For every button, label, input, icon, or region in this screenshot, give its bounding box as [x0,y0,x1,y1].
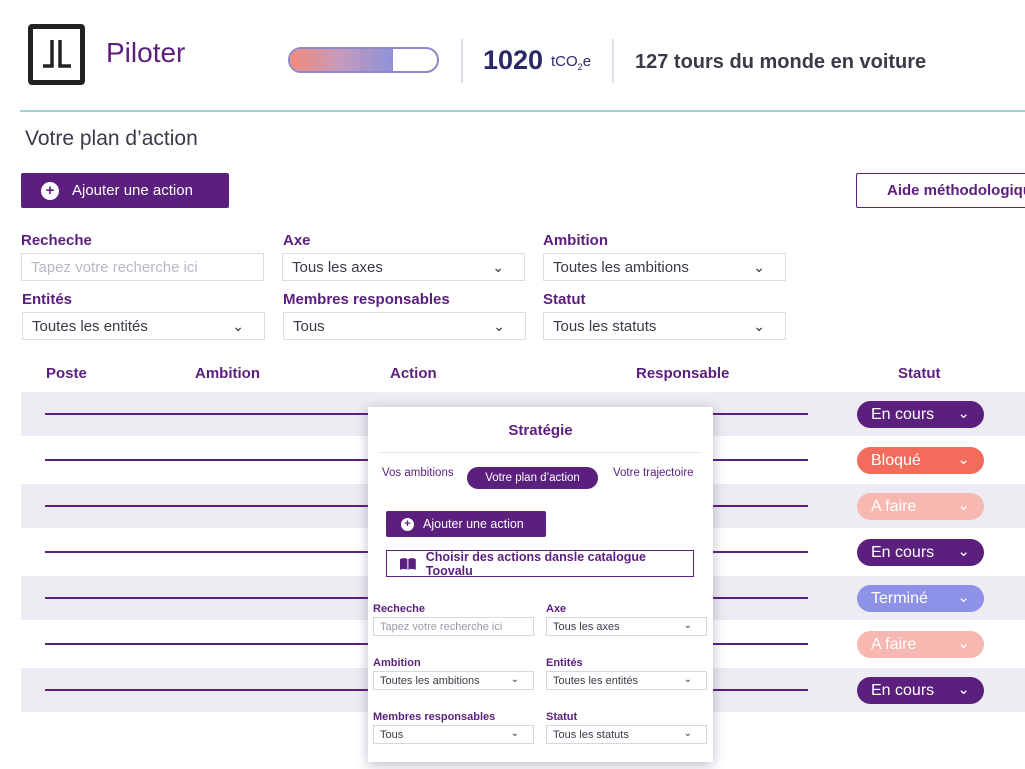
page-title: Votre plan d’action [25,127,198,150]
emissions-equivalent: 127 tours du monde en voiture [635,51,927,73]
panel-ambition-label: Ambition [373,657,421,669]
panel-entities-value: Toutes les entités [553,674,638,687]
status-pill-label: A faire [871,497,917,515]
header-divider [612,39,614,83]
logo-glyph [43,40,71,68]
status-pill-label: En cours [871,681,935,699]
column-header-statut: Statut [898,365,941,382]
tab-trajectory[interactable]: Votre trajectoire [613,467,694,479]
status-pill[interactable]: Terminé ⌄ [857,585,984,612]
panel-search-input[interactable]: Tapez votre recherche ici [373,617,534,636]
ambition-label: Ambition [543,232,608,249]
status-select-value: Tous les statuts [553,317,657,335]
chevron-down-icon: ⌄ [510,674,519,685]
status-select[interactable]: Tous les statuts ⌄ [543,312,786,340]
chevron-down-icon: ⌄ [510,728,519,739]
emissions-unit: tCO2e [551,53,592,72]
chevron-down-icon: ⌄ [492,259,504,275]
tab-ambitions[interactable]: Vos ambitions [382,467,454,479]
panel-divider [380,452,700,453]
panel-axis-select[interactable]: Tous les axes ⌄ [546,617,707,636]
status-pill[interactable]: En cours ⌄ [857,677,984,704]
members-label: Membres responsables [283,291,450,308]
chevron-down-icon: ⌄ [957,589,970,606]
chevron-down-icon: ⌄ [493,318,505,334]
axis-label: Axe [283,232,311,249]
search-label: Recheche [21,232,92,249]
status-pill-label: En cours [871,543,935,561]
plus-circle-icon: + [41,181,59,200]
panel-add-action-button[interactable]: + Ajouter une action [386,511,546,537]
status-pill-label: En cours [871,405,935,423]
open-book-icon [399,557,416,570]
status-pill-label: A faire [871,635,917,653]
chevron-down-icon: ⌄ [957,543,970,560]
catalog-button[interactable]: Choisir des actions dansle catalogue Too… [386,549,694,578]
chevron-down-icon: ⌄ [957,497,970,514]
entities-label: Entités [22,291,73,308]
axis-select[interactable]: Tous les axes ⌄ [282,253,525,281]
panel-ambition-select[interactable]: Toutes les ambitions ⌄ [373,671,534,690]
panel-axis-label: Axe [546,603,567,615]
column-header-responsable: Responsable [636,365,730,382]
app-title: Piloter [106,37,186,68]
panel-axis-value: Tous les axes [553,620,620,633]
ambition-select[interactable]: Toutes les ambitions ⌄ [543,253,786,281]
status-pill-label: Terminé [871,589,928,607]
search-input[interactable]: Tapez votre recherche ici [21,253,264,281]
status-pill[interactable]: En cours ⌄ [857,401,984,428]
entities-select[interactable]: Toutes les entités ⌄ [22,312,265,340]
emissions-value: 1020 [483,45,544,75]
status-label: Statut [543,291,586,308]
axis-select-value: Tous les axes [292,258,383,276]
status-pill[interactable]: Bloqué ⌄ [857,447,984,474]
panel-members-label: Membres responsables [373,711,496,723]
chevron-down-icon: ⌄ [957,681,970,698]
status-pill[interactable]: A faire ⌄ [857,631,984,658]
plus-circle-icon: + [401,517,414,531]
panel-entities-select[interactable]: Toutes les entités ⌄ [546,671,707,690]
status-pill[interactable]: A faire ⌄ [857,493,984,520]
strategy-panel: Stratégie Vos ambitions Votre plan d’act… [368,407,713,762]
catalog-label: Choisir des actions dansle catalogue Too… [425,549,646,578]
column-header-action: Action [390,365,437,382]
help-label: Aide méthodologique [887,182,1025,199]
add-action-label: Ajouter une action [72,182,193,199]
panel-add-action-label: Ajouter une action [423,517,524,531]
column-header-poste: Poste [46,365,87,382]
chevron-down-icon: ⌄ [683,674,692,685]
header-divider [461,39,463,83]
panel-members-value: Tous [380,728,404,741]
emissions-progress-bar [288,47,439,73]
members-select[interactable]: Tous ⌄ [283,312,526,340]
panel-status-select[interactable]: Tous les statuts ⌄ [546,725,707,744]
panel-ambition-value: Toutes les ambitions [380,674,480,687]
panel-members-select[interactable]: Tous ⌄ [373,725,534,744]
chevron-down-icon: ⌄ [232,318,244,334]
status-pill[interactable]: En cours ⌄ [857,539,984,566]
chevron-down-icon: ⌄ [753,318,765,334]
panel-search-label: Recheche [373,603,425,615]
app-logo-icon [28,24,85,85]
panel-title: Stratégie [508,422,573,439]
column-header-ambition: Ambition [195,365,260,382]
panel-entities-label: Entités [546,657,583,669]
chevron-down-icon: ⌄ [683,728,692,739]
status-pill-label: Bloqué [871,451,921,469]
entities-select-value: Toutes les entités [32,317,148,335]
add-action-button[interactable]: + Ajouter une action [21,173,229,208]
chevron-down-icon: ⌄ [753,259,765,275]
chevron-down-icon: ⌄ [683,620,692,631]
progress-fill [290,49,393,71]
panel-status-value: Tous les statuts [553,728,629,741]
tab-action-plan[interactable]: Votre plan d’action [467,467,598,489]
help-methodology-button[interactable]: Aide méthodologique [856,173,1025,208]
header-divider-line [20,110,1025,112]
members-select-value: Tous [293,317,325,335]
chevron-down-icon: ⌄ [957,635,970,652]
chevron-down-icon: ⌄ [957,405,970,422]
ambition-select-value: Toutes les ambitions [553,258,689,276]
chevron-down-icon: ⌄ [957,451,970,468]
panel-status-label: Statut [546,711,578,723]
